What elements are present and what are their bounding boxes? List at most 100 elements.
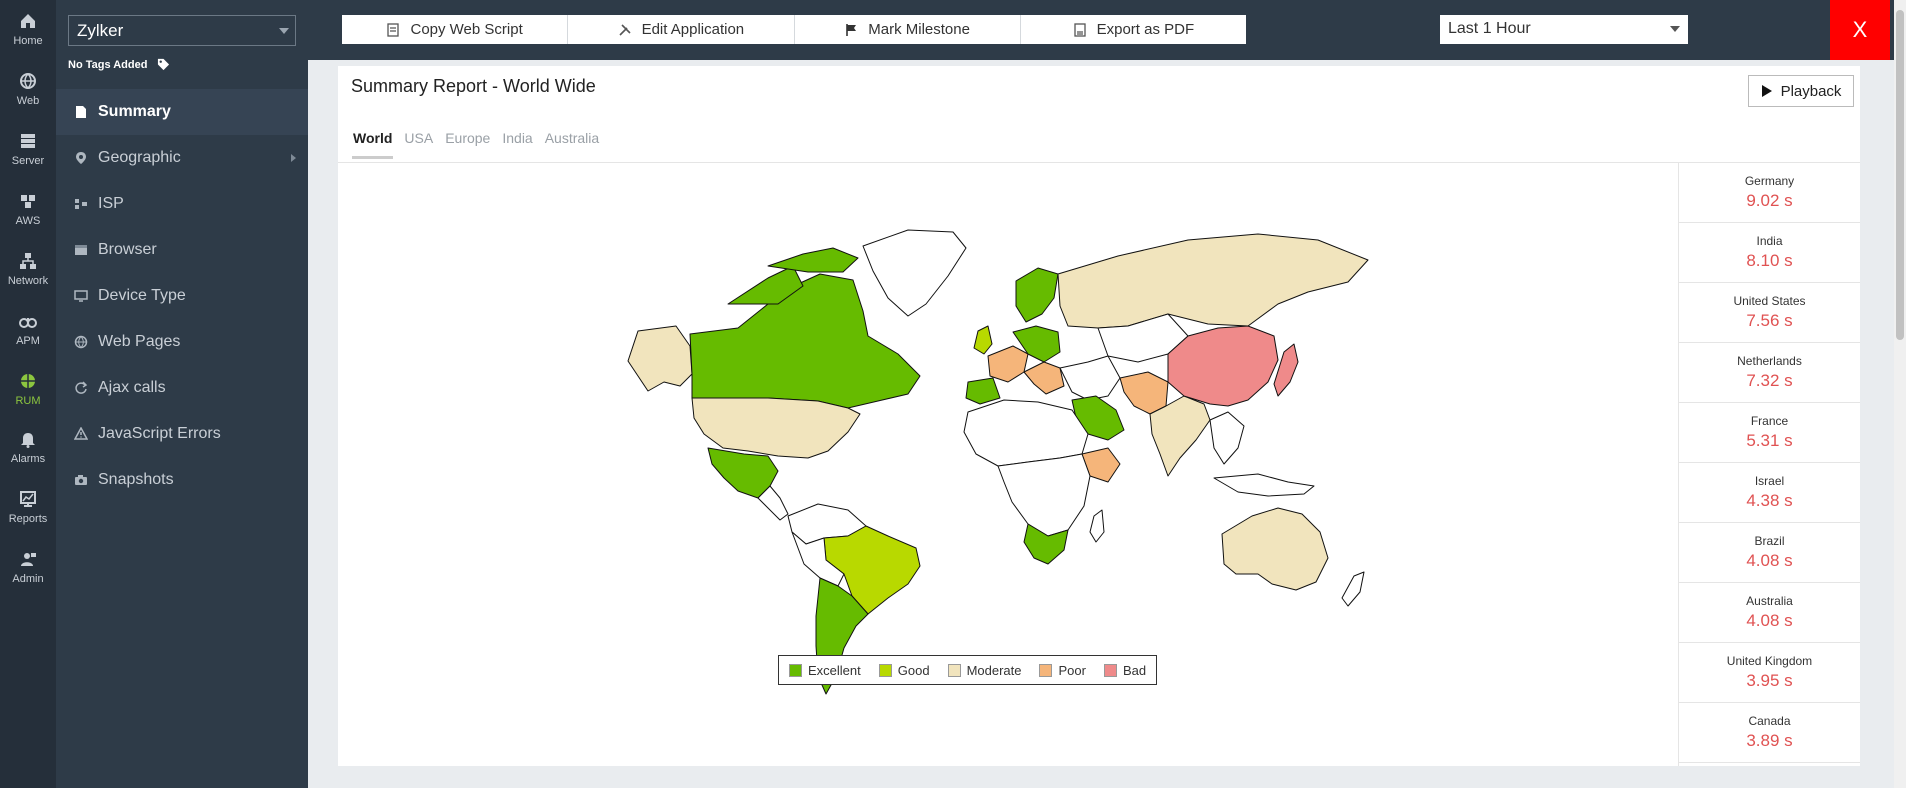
map-region-scandinavia[interactable]	[1015, 267, 1059, 323]
ranking-country: United States	[1733, 294, 1806, 308]
chevron-down-icon	[279, 28, 289, 34]
map-region-middle-east[interactable]	[1059, 355, 1121, 401]
sidebar-item-isp[interactable]: ISP	[56, 181, 308, 227]
map-region-alaska[interactable]	[627, 325, 693, 392]
tag-icon	[158, 58, 170, 71]
edit-application-button[interactable]: Edit Application	[568, 15, 795, 44]
rail-aws[interactable]: AWS	[0, 180, 56, 238]
map-region-italy-balkans[interactable]	[1023, 361, 1065, 395]
sidebar-item-web-pages[interactable]: Web Pages	[56, 319, 308, 365]
ranking-item[interactable]: United Kingdom 3.95 s	[1679, 643, 1860, 703]
playback-button[interactable]: Playback	[1748, 75, 1854, 107]
sidebar-item-browser[interactable]: Browser	[56, 227, 308, 273]
map-region-russia[interactable]	[1057, 233, 1369, 329]
rail-network[interactable]: Network	[0, 240, 56, 298]
map-region-new-zealand[interactable]	[1341, 571, 1365, 607]
tab-india[interactable]: India	[501, 124, 533, 159]
rail-label: RUM	[15, 395, 41, 407]
ranking-value: 4.08 s	[1746, 611, 1793, 630]
scrollbar-thumb[interactable]	[1896, 10, 1904, 340]
map-region-australia[interactable]	[1221, 507, 1329, 591]
legend-swatch	[878, 663, 892, 677]
legend-item-excellent[interactable]: Excellent	[789, 663, 861, 678]
ranking-value: 4.38 s	[1746, 491, 1793, 510]
legend-item-good[interactable]: Good	[878, 663, 930, 678]
sidebar-item-javascript-errors[interactable]: JavaScript Errors	[56, 411, 308, 457]
warning-icon	[74, 427, 88, 440]
legend-item-bad[interactable]: Bad	[1103, 662, 1147, 678]
sidebar-item-label: JavaScript Errors	[98, 425, 221, 442]
ranking-item[interactable]: Israel 4.38 s	[1679, 463, 1860, 523]
reports-icon	[20, 491, 36, 507]
ranking-country: United Kingdom	[1726, 654, 1813, 668]
ranking-item[interactable]: France 5.31 s	[1679, 403, 1860, 463]
sidebar-item-device-type[interactable]: Device Type	[56, 273, 308, 319]
sidebar-item-label: Geographic	[98, 149, 181, 166]
rail-label: Server	[11, 155, 45, 167]
map-region-arctic-islands[interactable]	[767, 247, 859, 273]
edit-application-label: Edit Application	[641, 21, 745, 38]
legend-label: Bad	[1122, 662, 1147, 678]
ranking-item[interactable]: United States 7.56 s	[1679, 283, 1860, 343]
rail-rum[interactable]: RUM	[0, 360, 56, 418]
world-map[interactable]	[468, 186, 1408, 706]
tab-europe[interactable]: Europe	[444, 124, 491, 159]
tab-world[interactable]: World	[352, 124, 394, 159]
rail-server[interactable]: Server	[0, 120, 56, 178]
ranking-item[interactable]: Netherlands 7.32 s	[1679, 343, 1860, 403]
map-region-united-kingdom[interactable]	[973, 325, 993, 355]
rail-admin[interactable]: Admin	[0, 538, 56, 596]
aws-icon	[21, 195, 35, 208]
ranking-value: 3.89 s	[1746, 731, 1793, 750]
export-pdf-button[interactable]: Export as PDF	[1021, 15, 1246, 44]
summary-report-card: Summary Report - World Wide Playback Wor…	[338, 66, 1860, 766]
ranking-country: Israel	[1754, 474, 1785, 488]
ranking-item[interactable]: India 8.10 s	[1679, 223, 1860, 283]
copy-web-script-button[interactable]: Copy Web Script	[342, 15, 569, 44]
document-icon	[76, 106, 86, 118]
map-region-iberia[interactable]	[965, 377, 1001, 405]
legend-item-moderate[interactable]: Moderate	[947, 663, 1021, 678]
mark-milestone-button[interactable]: Mark Milestone	[795, 15, 1021, 44]
tab-usa[interactable]: USA	[403, 124, 434, 159]
ranking-item[interactable]: Canada 3.89 s	[1679, 703, 1860, 763]
application-select[interactable]: Zylker	[68, 15, 296, 46]
close-button[interactable]: X	[1830, 0, 1890, 60]
pdf-icon	[1073, 22, 1086, 37]
map-region-japan[interactable]	[1273, 343, 1299, 397]
ranking-value: 9.02 s	[1746, 191, 1793, 210]
ranking-item[interactable]: Germany 9.02 s	[1679, 163, 1860, 223]
browser-icon	[75, 245, 87, 255]
rail-home[interactable]: Home	[0, 0, 56, 58]
rail-alarms[interactable]: Alarms	[0, 418, 56, 476]
sidebar-nav: Summary Geographic ISP Browser Device Ty…	[56, 89, 308, 503]
rail-apm[interactable]: APM	[0, 300, 56, 358]
map-region-pakistan-afghanistan[interactable]	[1119, 371, 1169, 415]
map-region-western-europe[interactable]	[987, 345, 1029, 383]
rail-web[interactable]: Web	[0, 60, 56, 118]
sidebar-item-geographic[interactable]: Geographic	[56, 135, 308, 181]
map-region-united-states[interactable]	[691, 397, 861, 459]
sidebar-item-label: Snapshots	[98, 471, 174, 488]
ranking-country: India	[1756, 234, 1783, 248]
map-region-indonesia[interactable]	[1213, 473, 1315, 497]
tab-australia[interactable]: Australia	[544, 124, 600, 159]
time-range-select[interactable]: Last 1 Hour	[1440, 15, 1688, 44]
playback-label: Playback	[1780, 82, 1842, 100]
map-region-southeast-asia[interactable]	[1209, 411, 1245, 465]
legend-item-poor[interactable]: Poor	[1039, 663, 1086, 678]
legend-swatch	[947, 663, 961, 677]
sidebar-item-ajax-calls[interactable]: Ajax calls	[56, 365, 308, 411]
ranking-item[interactable]: Brazil 4.08 s	[1679, 523, 1860, 583]
rail-label: Network	[7, 275, 49, 287]
map-region-central-africa[interactable]	[997, 453, 1091, 537]
tags-area[interactable]: No Tags Added	[68, 58, 170, 71]
page-scrollbar[interactable]	[1894, 0, 1906, 788]
map-region-madagascar[interactable]	[1089, 509, 1105, 543]
sidebar-item-summary[interactable]: Summary	[56, 89, 308, 135]
sidebar-item-snapshots[interactable]: Snapshots	[56, 457, 308, 503]
map-region-greenland[interactable]	[862, 229, 967, 317]
page-title: Summary Report - World Wide	[351, 76, 596, 96]
ranking-item[interactable]: Australia 4.08 s	[1679, 583, 1860, 643]
rail-reports[interactable]: Reports	[0, 478, 56, 536]
